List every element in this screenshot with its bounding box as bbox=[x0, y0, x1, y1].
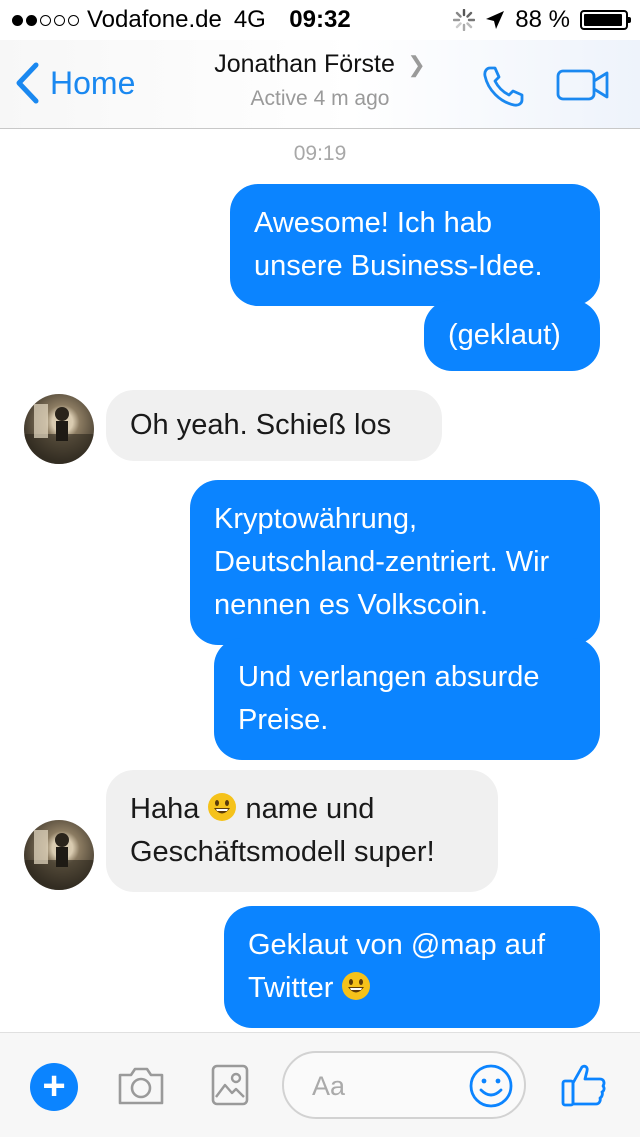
back-button[interactable]: Home bbox=[14, 62, 135, 104]
incoming-message[interactable]: Haha name und Geschäftsmodell super! bbox=[106, 770, 498, 892]
back-chevron-icon bbox=[16, 62, 39, 104]
thumbs-up-icon[interactable] bbox=[560, 1061, 608, 1109]
phone-icon[interactable] bbox=[480, 64, 526, 110]
chevron-right-icon: ❯ bbox=[407, 52, 426, 77]
avatar-photo bbox=[24, 830, 94, 890]
message-input-placeholder: Aa bbox=[312, 1071, 346, 1101]
contact-avatar[interactable] bbox=[24, 394, 94, 464]
camera-icon[interactable] bbox=[116, 1065, 166, 1107]
location-arrow-icon bbox=[486, 11, 505, 29]
back-label: Home bbox=[50, 64, 136, 101]
outgoing-message[interactable]: Awesome! Ich hab unsere Business-Idee. bbox=[230, 184, 600, 306]
outgoing-message[interactable]: Geklaut von @map auf Twitter bbox=[224, 906, 600, 1028]
outgoing-message[interactable]: Kryptowährung, Deutschland-zentriert. Wi… bbox=[190, 480, 600, 645]
plus-icon[interactable]: + bbox=[30, 1063, 78, 1111]
activity-spinner-icon bbox=[453, 9, 476, 31]
contact-name: Jonathan Förste bbox=[214, 50, 395, 78]
outgoing-message[interactable]: Und verlangen absurde Preise. bbox=[214, 638, 600, 760]
contact-info[interactable]: Jonathan Förste ❯ Active 4 m ago bbox=[170, 50, 470, 111]
contact-status: Active 4 m ago bbox=[250, 87, 390, 110]
grinning-emoji-icon bbox=[342, 972, 371, 1000]
smiley-icon[interactable] bbox=[468, 1063, 514, 1109]
status-right: 88 % bbox=[453, 6, 631, 34]
message-timestamp: 09:19 bbox=[293, 142, 347, 165]
message-composer: + Aa bbox=[0, 1032, 640, 1137]
status-bar: Vodafone.de 4G 09:32 88 % bbox=[0, 0, 640, 40]
video-camera-icon[interactable] bbox=[556, 68, 610, 102]
battery-icon bbox=[580, 10, 631, 30]
grinning-emoji-icon bbox=[208, 793, 237, 821]
gallery-icon[interactable] bbox=[210, 1063, 250, 1107]
message-text: Geklaut von @map auf Twitter bbox=[248, 929, 546, 1004]
message-text: Haha bbox=[130, 793, 200, 825]
outgoing-message[interactable]: (geklaut) bbox=[424, 300, 600, 371]
conversation-header: Home Jonathan Förste ❯ Active 4 m ago bbox=[0, 40, 640, 129]
contact-avatar[interactable] bbox=[24, 820, 94, 890]
avatar-photo bbox=[24, 404, 94, 464]
message-input[interactable]: Aa bbox=[282, 1051, 526, 1119]
incoming-message[interactable]: Oh yeah. Schieß los bbox=[106, 390, 442, 461]
battery-percent: 88 % bbox=[515, 6, 570, 33]
